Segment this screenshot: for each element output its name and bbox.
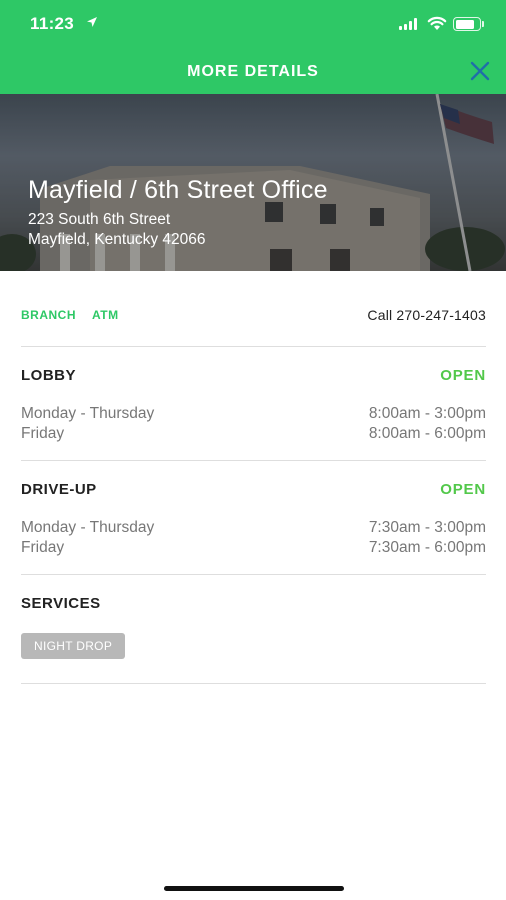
hours-row: Monday - Thursday 8:00am - 3:00pm	[21, 405, 486, 425]
location-name: Mayfield / 6th Street Office	[28, 176, 328, 204]
cellular-signal-icon	[399, 18, 417, 30]
lobby-section: LOBBY OPEN Monday - Thursday 8:00am - 3:…	[21, 347, 486, 461]
address-line-2: Mayfield, Kentucky 42066	[28, 231, 206, 248]
close-icon[interactable]	[469, 60, 491, 82]
lobby-title: LOBBY	[21, 367, 76, 384]
hours-time: 7:30am - 3:00pm	[368, 519, 486, 536]
battery-cap	[482, 21, 484, 27]
driveup-title: DRIVE-UP	[21, 481, 97, 498]
hours-time: 8:00am - 3:00pm	[368, 405, 486, 422]
location-hero-image: Mayfield / 6th Street Office 223 South 6…	[0, 94, 506, 271]
status-time: 11:23	[30, 14, 75, 33]
driveup-status-badge: OPEN	[440, 481, 486, 498]
tags-row: BRANCH ATM Call 270-247-1403	[21, 271, 486, 347]
hours-time: 8:00am - 6:00pm	[368, 425, 486, 442]
hours-day: Friday	[21, 425, 65, 442]
services-title: SERVICES	[21, 595, 101, 612]
hours-row: Friday 8:00am - 6:00pm	[21, 425, 486, 445]
hours-time: 7:30am - 6:00pm	[368, 539, 486, 556]
hours-day: Friday	[21, 539, 65, 556]
address-line-1: 223 South 6th Street	[28, 211, 171, 228]
header-bar: MORE DETAILS	[0, 50, 506, 94]
tag-atm[interactable]: ATM	[92, 308, 119, 322]
hours-row: Monday - Thursday 7:30am - 3:00pm	[21, 519, 486, 539]
hours-day: Monday - Thursday	[21, 519, 155, 536]
call-link[interactable]: Call 270-247-1403	[367, 307, 486, 323]
hours-row: Friday 7:30am - 6:00pm	[21, 539, 486, 559]
service-chip-night-drop: NIGHT DROP	[21, 633, 126, 659]
lobby-status-badge: OPEN	[440, 367, 486, 384]
details-content: BRANCH ATM Call 270-247-1403 LOBBY OPEN …	[21, 271, 486, 684]
location-arrow-icon	[87, 17, 97, 27]
wifi-icon	[427, 16, 447, 30]
services-section: SERVICES NIGHT DROP	[21, 575, 486, 684]
battery-icon	[453, 17, 481, 31]
tag-branch[interactable]: BRANCH	[21, 308, 76, 322]
hours-day: Monday - Thursday	[21, 405, 155, 422]
page-title: MORE DETAILS	[187, 63, 319, 80]
home-indicator[interactable]	[164, 886, 344, 891]
status-bar: 11:23	[0, 0, 506, 50]
driveup-section: DRIVE-UP OPEN Monday - Thursday 7:30am -…	[21, 461, 486, 575]
